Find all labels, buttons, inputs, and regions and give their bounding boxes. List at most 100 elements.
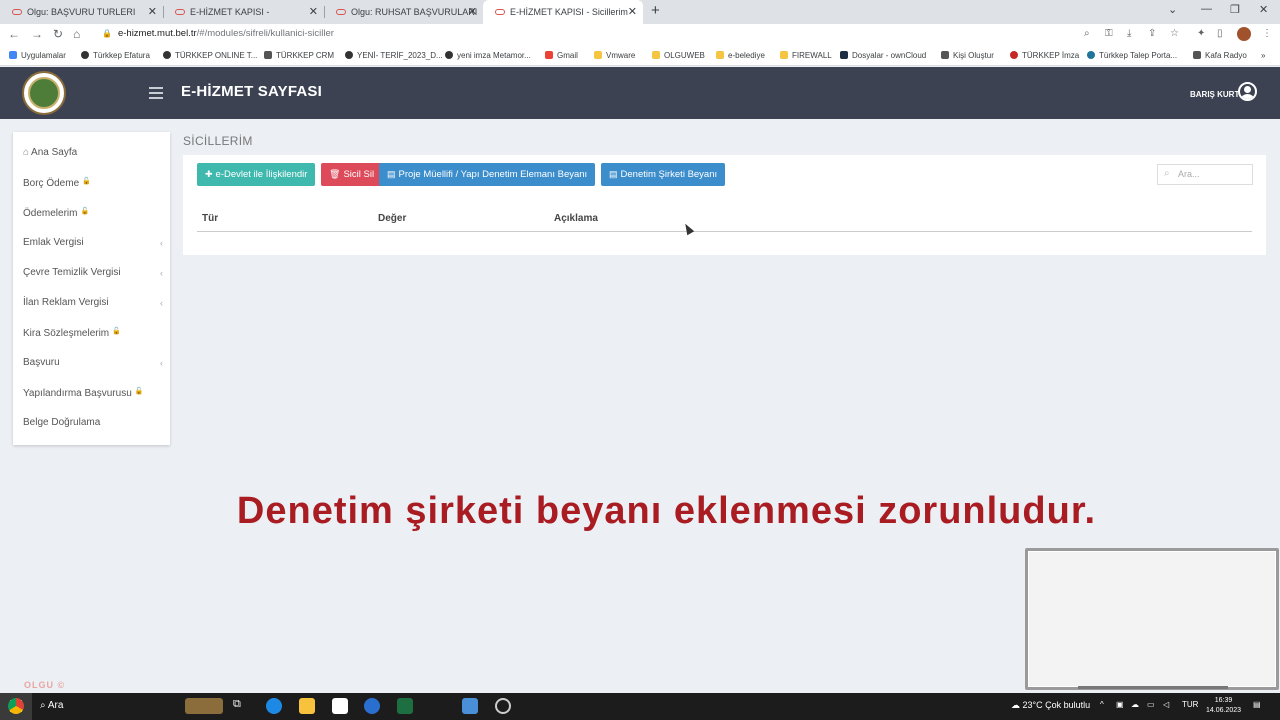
column-header-aciklama[interactable]: Açıklama <box>554 213 598 224</box>
url-host: e-hizmet.mut.bel.tr <box>117 28 197 39</box>
language-indicator[interactable]: TUR <box>1182 700 1198 709</box>
app-header: E-HİZMET SAYFASI BARIŞ KURT <box>0 67 1280 119</box>
search-input[interactable]: ⌕ Ara... <box>1157 164 1253 185</box>
browser-tab[interactable]: Olgu: RUHSAT BAŞVURULARI ✕ <box>324 0 483 24</box>
sicil-panel: ✚ e-Devlet ile İlişkilendir 🗑 Sicil Sil ▤ P… <box>183 155 1266 255</box>
tray-chevron-icon[interactable]: ^ <box>1100 700 1104 709</box>
sidepanel-icon[interactable]: ▯ <box>1217 28 1223 39</box>
back-icon[interactable]: ← <box>8 27 20 41</box>
bookmark-item[interactable]: e-belediye <box>716 51 765 60</box>
forward-icon[interactable]: → <box>31 27 43 41</box>
clock-time: 16:39 <box>1214 697 1233 704</box>
gmail-icon <box>545 51 553 59</box>
ehizmet-favicon-icon <box>495 9 505 15</box>
url-path: /#/modules/sifreli/kullanici-siciller <box>196 28 334 39</box>
more-bookmarks-icon[interactable]: » <box>1261 51 1265 60</box>
teamviewer-icon[interactable] <box>364 698 380 714</box>
user-account-icon[interactable] <box>1238 82 1257 101</box>
notifications-icon[interactable]: ▤ <box>1253 700 1261 709</box>
browser-tab[interactable]: E-HİZMET KAPISI - ✕ <box>163 0 324 24</box>
denetim-sirketi-button[interactable]: ▤ Denetim Şirketi Beyanı <box>601 163 726 186</box>
clock-app-icon[interactable] <box>495 698 511 714</box>
new-tab-icon[interactable]: + <box>651 2 660 19</box>
close-window-icon[interactable]: ✕ <box>1259 3 1268 16</box>
task-view-icon[interactable]: ⧉ <box>233 698 249 714</box>
system-clock[interactable]: 16:39 14.06.2023 <box>1206 696 1241 716</box>
profile-avatar[interactable] <box>1237 27 1251 41</box>
onedrive-icon[interactable]: ☁ <box>1131 700 1139 709</box>
sidebar-item-belge-dogrulama[interactable]: Belge Doğrulama <box>23 417 163 428</box>
close-icon[interactable]: ✕ <box>468 5 477 18</box>
municipality-logo[interactable] <box>22 71 66 115</box>
sidebar-item-kira-sozlesmelerim[interactable]: Kira Sözleşmelerim 🔓 <box>23 327 163 339</box>
globe-icon <box>445 51 453 59</box>
edevlet-link-button[interactable]: ✚ e-Devlet ile İlişkilendir <box>197 163 316 186</box>
close-icon[interactable]: ✕ <box>148 5 157 18</box>
bookmark-item[interactable]: Dosyalar - ownCloud <box>840 51 926 60</box>
bookmark-item[interactable]: Türkkep Talep Porta... <box>1087 51 1177 60</box>
sidebar-item-basvuru[interactable]: Başvuru ‹ <box>23 357 163 368</box>
weather-widget[interactable]: ☁ 23°C Çok bulutlu <box>1011 700 1090 711</box>
reload-icon[interactable]: ↻ <box>53 27 63 41</box>
hamburger-menu-icon[interactable] <box>149 87 163 102</box>
bookmark-item[interactable]: YENİ- TERİF_2023_D... <box>345 51 443 60</box>
home-icon[interactable]: ⌂ <box>73 27 80 41</box>
extensions-icon[interactable]: ✦ <box>1197 28 1205 39</box>
cloud-icon: ☁ <box>1011 700 1023 710</box>
globe-icon <box>345 51 353 59</box>
browser-tab[interactable]: Olgu: BAŞVURU TURLERI ✕ <box>0 0 163 24</box>
bookmark-item[interactable]: TÜRKKEP CRM <box>264 51 334 60</box>
store-icon[interactable] <box>332 698 348 714</box>
taskbar-search[interactable]: ⌕ Ara <box>40 700 63 711</box>
minimize-icon[interactable]: — <box>1201 3 1212 15</box>
page-title: SİCİLLERİM <box>183 134 253 148</box>
tab-label: E-HİZMET KAPISI - <box>190 7 270 17</box>
tab-search-icon[interactable]: ⌄ <box>1168 3 1177 16</box>
column-header-tur[interactable]: Tür <box>202 213 218 224</box>
install-icon[interactable]: ⤓ <box>1127 28 1131 39</box>
bookmark-apps[interactable]: Uygulamalar <box>9 51 66 60</box>
search-icon: ⌕ <box>40 700 48 711</box>
zoom-icon[interactable]: ⌕ <box>1084 28 1090 39</box>
sidebar-item-borc-odeme[interactable]: Borç Ödeme 🔓 <box>23 177 163 189</box>
excel-icon[interactable] <box>397 698 413 714</box>
bookmark-item[interactable]: yeni imza Metamor... <box>445 51 531 60</box>
snipping-tool-icon[interactable] <box>462 698 478 714</box>
file-explorer-icon[interactable] <box>299 698 315 714</box>
table-header-divider <box>197 231 1252 232</box>
username[interactable]: BARIŞ KURT <box>1190 90 1239 99</box>
chrome-icon[interactable] <box>0 693 32 720</box>
sidebar-item-odemelerim[interactable]: Ödemelerim 🔓 <box>23 207 163 219</box>
sidebar-item-ana-sayfa[interactable]: ⌂ Ana Sayfa <box>23 147 163 158</box>
bookmark-item[interactable]: TÜRKKEP ONLINE T... <box>163 51 257 60</box>
bookmark-item[interactable]: Vmware <box>594 51 635 60</box>
sidebar-item-yapilandirma-basvurusu[interactable]: Yapılandırma Başvurusu 🔓 <box>23 387 163 399</box>
bookmark-item[interactable]: Gmail <box>545 51 578 60</box>
url-field[interactable]: 🔒 e-hizmet.mut.bel.tr/#/modules/sifreli/k… <box>102 28 334 39</box>
tray-app-icon[interactable]: ▣ <box>1116 700 1124 709</box>
app-title: E-HİZMET SAYFASI <box>181 83 322 100</box>
sidebar-item-emlak-vergisi[interactable]: Emlak Vergisi ‹ <box>23 237 163 248</box>
bookmark-item[interactable]: Türkkep Efatura <box>81 51 150 60</box>
bookmark-item[interactable]: Kafa Radyo <box>1193 51 1247 60</box>
proje-muellifi-button[interactable]: ▤ Proje Müellifi / Yapı Denetim Elemanı B… <box>379 163 596 186</box>
column-header-deger[interactable]: Değer <box>378 213 406 224</box>
bookmark-item[interactable]: Kişi Oluştur <box>941 51 994 60</box>
restore-icon[interactable]: ❐ <box>1230 3 1240 16</box>
volume-icon[interactable]: ◁ <box>1163 700 1169 709</box>
edge-icon[interactable] <box>266 698 282 714</box>
network-icon[interactable]: ▭ <box>1147 700 1155 709</box>
menu-dots-icon[interactable]: ⋮ <box>1262 28 1272 39</box>
bookmark-item[interactable]: FIREWALL <box>780 51 832 60</box>
bookmark-star-icon[interactable]: ☆ <box>1170 28 1179 39</box>
bookmark-item[interactable]: OLGUWEB <box>652 51 705 60</box>
delete-sicil-button[interactable]: 🗑 Sicil Sil <box>321 163 383 186</box>
close-icon[interactable]: ✕ <box>309 5 318 18</box>
sidebar-item-cevre-temizlik-vergisi[interactable]: Çevre Temizlik Vergisi ‹ <box>23 267 163 278</box>
share-icon[interactable]: ⇪ <box>1148 28 1156 39</box>
key-icon[interactable]: ⚿ <box>1105 28 1113 39</box>
close-icon[interactable]: ✕ <box>628 5 637 18</box>
browser-tab-active[interactable]: E-HİZMET KAPISI - Sicillerim ✕ <box>483 0 643 24</box>
bookmark-item[interactable]: TÜRKKEP İmza <box>1010 51 1079 60</box>
sidebar-item-ilan-reklam-vergisi[interactable]: İlan Reklam Vergisi ‹ <box>23 297 163 308</box>
